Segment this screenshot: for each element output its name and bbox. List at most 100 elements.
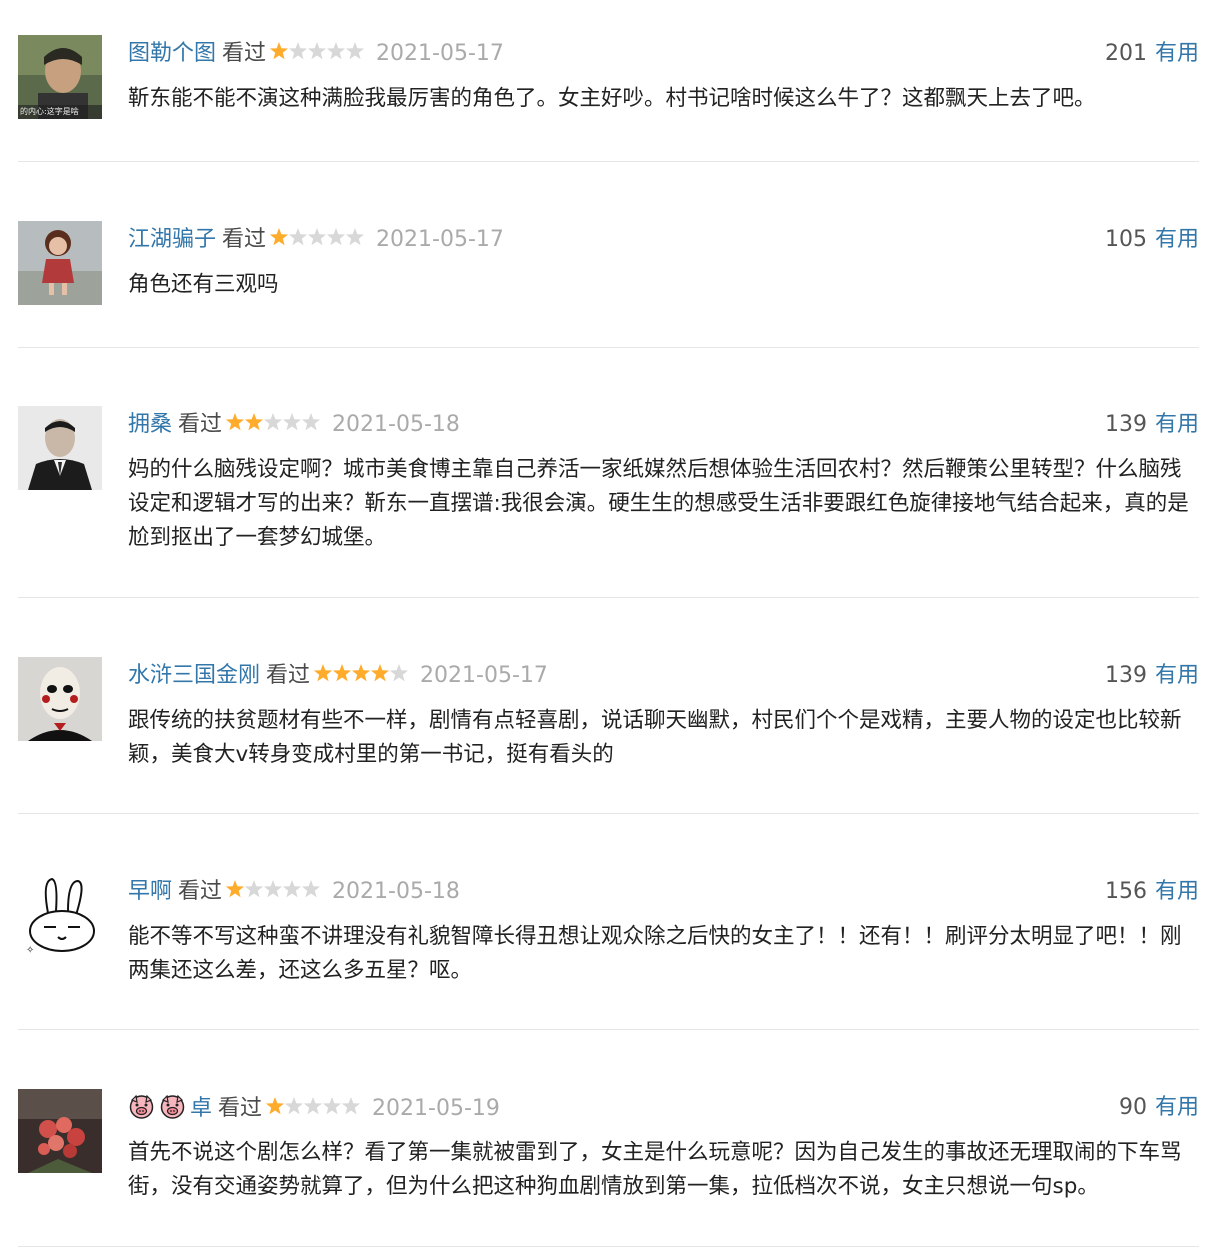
star-empty-icon	[263, 413, 283, 431]
star-empty-icon	[288, 228, 308, 246]
avatar[interactable]	[18, 657, 102, 741]
rating-stars	[270, 41, 366, 61]
vote-count: 156	[1104, 879, 1147, 904]
star-empty-icon	[326, 42, 346, 60]
comment-content: 角色还有三观吗	[128, 272, 279, 297]
watch-status: 看过	[178, 412, 223, 437]
comment-item: 江湖骗子 看过 2021-05-17 105 有用 角色还有三观吗	[18, 162, 1199, 348]
comment-item: 卓看过 2021-05-19 90 有用 首先不说这个剧怎么样？看了第一集就被雷到了…	[18, 1030, 1199, 1247]
rating-stars	[314, 663, 410, 683]
pig-emoji-icon	[159, 1093, 186, 1120]
comment-header: 水浒三国金刚 看过 2021-05-17 139 有用	[128, 661, 1199, 691]
star-empty-icon	[284, 1097, 304, 1115]
useful-button[interactable]: 有用	[1155, 41, 1199, 66]
man-portrait-avatar-icon: 的内心:这字是啥	[18, 35, 102, 119]
star-filled-icon	[332, 664, 352, 682]
watch-status: 看过	[178, 879, 223, 904]
vote-count: 105	[1104, 227, 1147, 252]
vote-area: 156 有用	[1105, 877, 1199, 907]
star-filled-icon	[226, 413, 245, 431]
vote-count: 90	[1118, 1095, 1147, 1120]
star-filled-icon	[270, 228, 289, 246]
username-link[interactable]: 卓	[190, 1096, 212, 1121]
username-link[interactable]: 早啊	[128, 879, 172, 904]
comment-content: 首先不说这个剧怎么样？看了第一集就被雷到了，女主是什么玩意呢？因为自己发生的事故…	[128, 1140, 1182, 1199]
svg-text:✧: ✧	[26, 945, 34, 956]
star-empty-icon	[345, 42, 365, 60]
comment-content: 能不等不写这种蛮不讲理没有礼貌智障长得丑想让观众除之后快的女主了！！还有！！刷评…	[128, 924, 1182, 983]
man-suit-avatar-icon	[18, 406, 102, 490]
comment-date: 2021-05-17	[376, 41, 504, 66]
username-link[interactable]: 拥桑	[128, 412, 172, 437]
useful-button[interactable]: 有用	[1155, 879, 1199, 904]
star-empty-icon	[345, 228, 365, 246]
useful-button[interactable]: 有用	[1155, 663, 1199, 688]
comment-item: 水浒三国金刚 看过 2021-05-17 139 有用 跟传统的扶贫题材有些不一样，剧…	[18, 598, 1199, 814]
comment-item: 的内心:这字是啥 图勒个图 看过 2021-05-17 201 有用 靳东能不能不演这…	[18, 0, 1199, 162]
watch-status: 看过	[222, 41, 267, 66]
useful-button[interactable]: 有用	[1155, 227, 1199, 252]
rating-stars	[270, 227, 366, 247]
star-empty-icon	[282, 413, 302, 431]
star-empty-icon	[263, 880, 283, 898]
star-empty-icon	[282, 880, 302, 898]
comment-header: 卓看过 2021-05-19 90 有用	[128, 1093, 1199, 1123]
vote-area: 90 有用	[1119, 1093, 1199, 1123]
comment-header: 早啊 看过 2021-05-18 156 有用	[128, 877, 1199, 907]
vote-area: 105 有用	[1105, 225, 1199, 255]
rating-stars	[226, 879, 322, 899]
star-filled-icon	[270, 42, 289, 60]
vote-area: 139 有用	[1105, 661, 1199, 691]
avatar[interactable]	[18, 406, 102, 490]
star-empty-icon	[307, 228, 327, 246]
username-link[interactable]: 水浒三国金刚	[128, 663, 260, 688]
comment-date: 2021-05-17	[420, 663, 548, 688]
doll-avatar-icon	[18, 221, 102, 305]
svg-text:的内心:这字是啥: 的内心:这字是啥	[20, 106, 79, 116]
comment-header: 拥桑 看过 2021-05-18 139 有用	[128, 410, 1199, 440]
rating-stars	[226, 412, 322, 432]
star-empty-icon	[301, 413, 321, 431]
star-filled-icon	[370, 664, 390, 682]
watch-status: 看过	[218, 1096, 263, 1121]
star-filled-icon	[266, 1097, 285, 1115]
pig-emoji-icon	[128, 1093, 155, 1120]
comment-item: ✧ 早啊 看过 2021-05-18 156 有用 能不等不写这种蛮不讲理没有礼貌智障…	[18, 814, 1199, 1030]
avatar[interactable]	[18, 221, 102, 305]
avatar[interactable]: 的内心:这字是啥	[18, 35, 102, 119]
star-filled-icon	[314, 664, 333, 682]
star-empty-icon	[322, 1097, 342, 1115]
comment-date: 2021-05-18	[332, 879, 460, 904]
vote-count: 201	[1104, 41, 1147, 66]
useful-button[interactable]: 有用	[1155, 412, 1199, 437]
vote-count: 139	[1104, 663, 1147, 688]
vote-area: 139 有用	[1105, 410, 1199, 440]
vote-count: 139	[1104, 412, 1147, 437]
comment-header: 江湖骗子 看过 2021-05-17 105 有用	[128, 225, 1199, 255]
star-empty-icon	[389, 664, 409, 682]
star-filled-icon	[226, 880, 245, 898]
username-link[interactable]: 江湖骗子	[128, 227, 216, 252]
comment-date: 2021-05-18	[332, 412, 460, 437]
avatar[interactable]	[18, 1089, 102, 1173]
star-filled-icon	[351, 664, 371, 682]
star-empty-icon	[301, 880, 321, 898]
comment-header: 图勒个图 看过 2021-05-17 201 有用	[128, 39, 1199, 69]
comment-content: 靳东能不能不演这种满脸我最厉害的角色了。女主好吵。村书记啥时候这么牛了？这都飘天…	[128, 86, 1096, 111]
roses-avatar-icon	[18, 1089, 102, 1173]
star-empty-icon	[244, 880, 264, 898]
star-empty-icon	[307, 42, 327, 60]
useful-button[interactable]: 有用	[1155, 1095, 1199, 1120]
rating-stars	[266, 1096, 362, 1116]
comment-date: 2021-05-17	[376, 227, 504, 252]
watch-status: 看过	[222, 227, 267, 252]
watch-status: 看过	[266, 663, 311, 688]
star-empty-icon	[288, 42, 308, 60]
comment-content: 妈的什么脑残设定啊？城市美食博主靠自己养活一家纸媒然后想体验生活回农村？然后鞭策…	[128, 457, 1189, 550]
comment-content: 跟传统的扶贫题材有些不一样，剧情有点轻喜剧，说话聊天幽默，村民们个个是戏精，主要…	[128, 708, 1182, 767]
comment-date: 2021-05-19	[372, 1096, 500, 1121]
username-link[interactable]: 图勒个图	[128, 41, 216, 66]
star-empty-icon	[303, 1097, 323, 1115]
star-filled-icon	[244, 413, 264, 431]
avatar[interactable]: ✧	[18, 873, 102, 957]
